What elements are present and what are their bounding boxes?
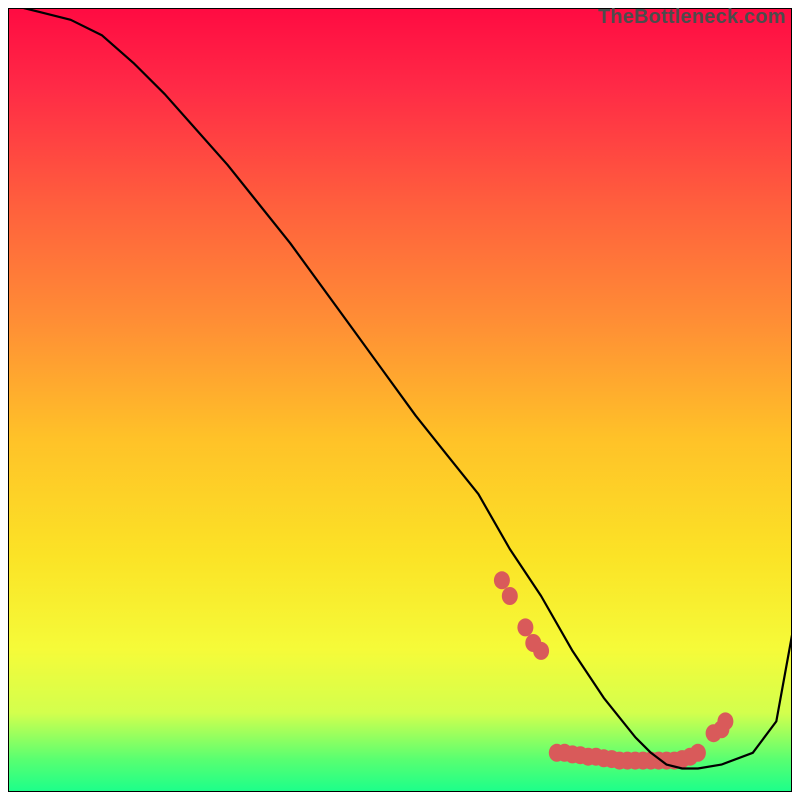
- bottleneck-curve: [24, 8, 792, 769]
- chart-svg: [8, 8, 792, 792]
- marker-dot: [494, 571, 510, 589]
- marker-dot: [502, 587, 518, 605]
- marker-dot: [517, 618, 533, 636]
- highlight-dots: [494, 571, 734, 769]
- marker-dot: [717, 712, 733, 730]
- marker-dot: [533, 642, 549, 660]
- marker-dot: [690, 744, 706, 762]
